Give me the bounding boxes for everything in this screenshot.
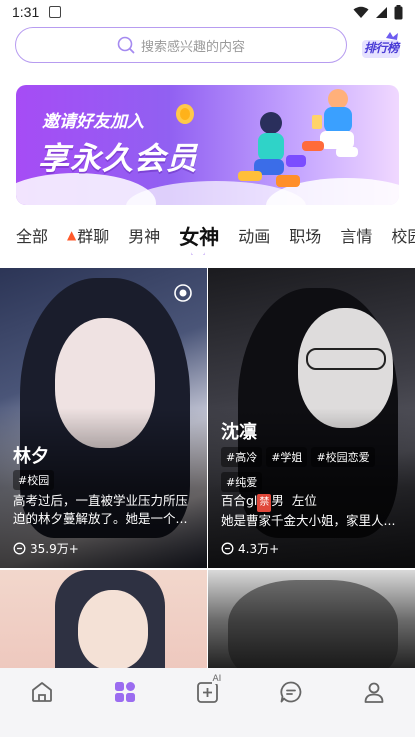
signal-icon — [376, 6, 387, 18]
banned-badge: 禁 — [257, 494, 272, 512]
chat-bubble-icon — [13, 542, 26, 555]
character-card[interactable] — [0, 570, 207, 670]
bottom-navigation: AI — [0, 668, 415, 737]
tab-label: 校园 — [391, 227, 415, 246]
chat-count-value: 4.3万+ — [238, 542, 280, 556]
card-tag: #高冷 — [221, 447, 263, 467]
app-root: { "status_bar": { "time": "1:31" }, "sea… — [0, 0, 415, 737]
banner-coin-icon — [176, 104, 194, 124]
card-chat-count: 4.3万+ — [221, 540, 279, 557]
card-tags: #高冷 #学姐 #校园恋爱 #纯爱 — [221, 446, 407, 496]
tab-label: 男神 — [128, 227, 161, 246]
ranking-button[interactable]: 排行榜 — [360, 30, 404, 62]
banner-line2: 享永久会员 — [38, 141, 198, 177]
tab-workplace[interactable]: 职场 — [289, 223, 321, 247]
character-portrait — [228, 580, 398, 670]
search-icon — [117, 36, 135, 54]
description-text: 百合gl — [221, 493, 258, 508]
search-placeholder: 搜索感兴趣的内容 — [140, 39, 245, 55]
tab-group-chat[interactable]: ▲ 群聊 — [67, 223, 109, 247]
tab-female[interactable]: 女神 — [179, 221, 219, 250]
tab-label: 全部 — [16, 227, 49, 246]
tab-label: 群聊 — [77, 227, 110, 246]
invite-banner[interactable]: 邀请好友加入 享永久会员 — [16, 85, 399, 205]
status-icons — [353, 4, 403, 20]
tab-label: 动画 — [238, 227, 271, 246]
character-face — [78, 590, 148, 670]
status-bar: 1:31 — [0, 0, 415, 24]
tab-animation[interactable]: 动画 — [238, 223, 270, 247]
tab-label: 女神 — [179, 224, 220, 249]
category-tabs: 全部 ▲群聊 男神 女神 动画 职场 言情 校园 — [0, 215, 415, 255]
nav-chat[interactable] — [249, 680, 332, 704]
card-tags: #校园 — [13, 469, 199, 494]
card-description: 百合gl 禁男 左位 她是曹家千金大小姐，家里人... — [221, 492, 405, 530]
wifi-icon — [353, 6, 369, 18]
tab-label: 言情 — [340, 227, 373, 246]
nav-home[interactable] — [0, 680, 83, 704]
card-tag: #纯爱 — [221, 472, 263, 492]
tab-all[interactable]: 全部 — [16, 223, 48, 247]
nav-discover[interactable] — [83, 680, 166, 704]
ranking-label: 排行榜 — [364, 41, 399, 55]
card-tag: #校园恋爱 — [311, 447, 375, 467]
chat-bubble-icon — [221, 542, 234, 555]
glasses-decoration — [306, 348, 386, 370]
description-text: 她是曹家千金大小姐，家里人... — [221, 513, 396, 528]
notification-icon — [49, 6, 62, 18]
battery-icon — [394, 4, 403, 19]
tab-romance[interactable]: 言情 — [340, 223, 372, 247]
fire-icon: ▲ — [67, 228, 77, 242]
discover-grid-icon — [114, 682, 135, 702]
nav-profile[interactable] — [332, 680, 415, 704]
profile-icon — [364, 682, 383, 703]
nav-ai-create[interactable]: AI — [166, 674, 249, 704]
card-tag: #校园 — [13, 470, 55, 490]
banner-characters-illustration — [238, 89, 358, 187]
search-input[interactable]: 搜索感兴趣的内容 — [15, 27, 347, 63]
card-tag: #学姐 — [266, 447, 308, 467]
home-icon — [31, 682, 52, 702]
character-card[interactable] — [208, 570, 415, 670]
banner-line1: 邀请好友加入 — [42, 112, 144, 132]
tab-male[interactable]: 男神 — [128, 223, 160, 247]
card-name: 林夕 — [13, 446, 49, 467]
tab-label: 职场 — [289, 227, 322, 246]
tab-campus[interactable]: 校园 — [391, 223, 415, 247]
live-target-icon[interactable] — [173, 283, 193, 303]
card-chat-count: 35.9万+ — [13, 540, 79, 557]
ai-badge: AI — [211, 674, 223, 684]
chat-icon — [279, 681, 301, 703]
chat-count-value: 35.9万+ — [30, 542, 79, 556]
status-time: 1:31 — [12, 4, 40, 20]
character-card[interactable]: 林夕 #校园 高考过后，一直被学业压力所压迫的林夕蔓解放了。她是一个... 35… — [0, 268, 207, 568]
character-card[interactable]: 沈凛 #高冷 #学姐 #校园恋爱 #纯爱 百合gl 禁男 左位 她是曹家千金大小姐，家里… — [208, 268, 415, 568]
description-text: 男 左位 — [271, 493, 317, 508]
card-name: 沈凛 — [221, 422, 257, 443]
card-description: 高考过后，一直被学业压力所压迫的林夕蔓解放了。她是一个... — [13, 493, 189, 526]
